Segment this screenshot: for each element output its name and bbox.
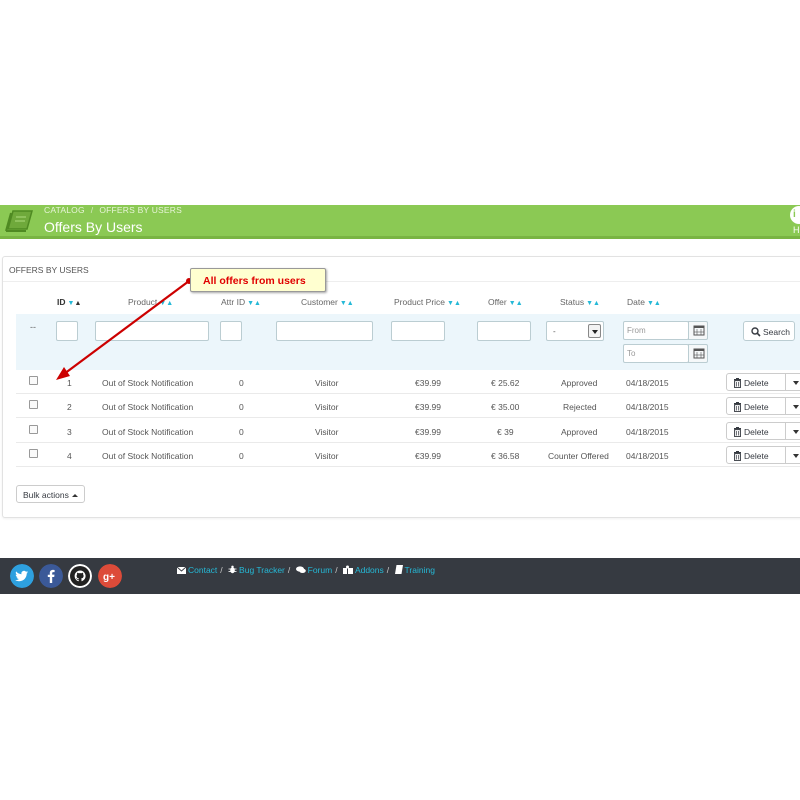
annotation-arrow <box>56 278 192 380</box>
annotation-callout: All offers from users <box>190 268 326 292</box>
